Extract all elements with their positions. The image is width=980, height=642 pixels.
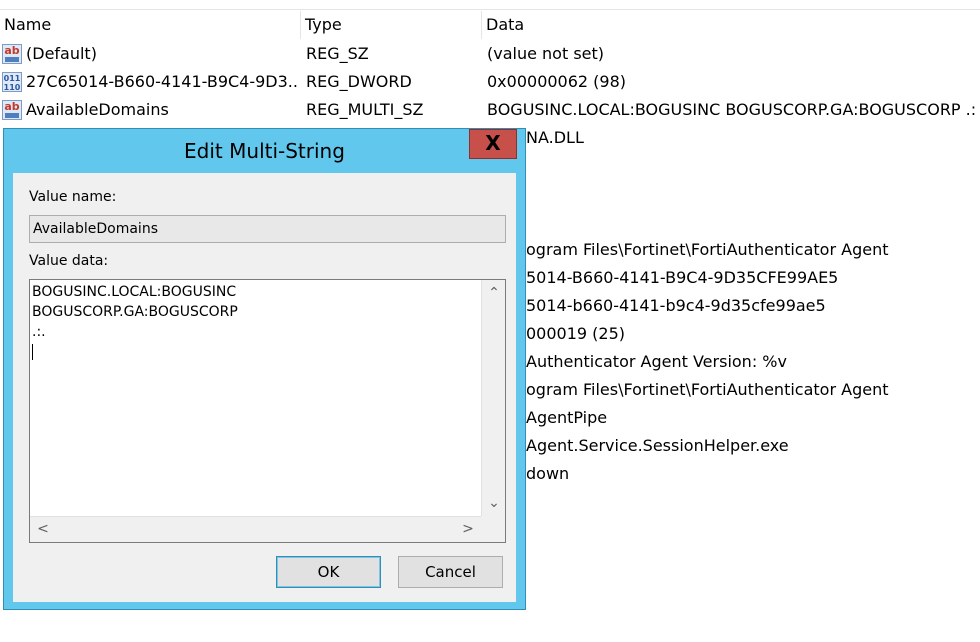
row-data-fragment: ogram Files\Fortinet\FortiAuthenticator … xyxy=(526,380,889,399)
registry-row-partial[interactable]: 5014-b660-4141-b9c4-9d35cfe99ae5 xyxy=(526,292,976,320)
row-name: AvailableDomains xyxy=(26,100,169,119)
scrollbar-corner xyxy=(481,516,505,542)
column-header-name[interactable]: Name xyxy=(0,11,301,39)
registry-row[interactable]: ab AvailableDomains REG_MULTI_SZ BOGUSIN… xyxy=(0,96,980,124)
value-data-text[interactable]: BOGUSINC.LOCAL:BOGUSINC BOGUSCORP.GA:BOG… xyxy=(32,282,480,518)
row-type: REG_SZ xyxy=(306,44,369,63)
list-top-border xyxy=(0,0,980,10)
registry-row-partial[interactable]: 000019 (25) xyxy=(526,320,976,348)
vertical-scrollbar[interactable]: ⌃ ⌄ xyxy=(481,280,505,516)
scroll-down-icon[interactable]: ⌄ xyxy=(483,492,505,514)
row-data-fragment: down xyxy=(526,464,570,483)
dword-value-icon: 011 110 xyxy=(2,72,22,92)
row-data-fragment: 5014-B660-4141-B9C4-9D35CFE99AE5 xyxy=(526,268,839,287)
registry-row-partial[interactable]: 5014-B660-4141-B9C4-9D35CFE99AE5 xyxy=(526,264,976,292)
dialog-title[interactable]: Edit Multi-String xyxy=(4,129,525,173)
row-name: 27C65014-B660-4141-B9C4-9D3... xyxy=(26,72,298,91)
close-button[interactable]: X xyxy=(469,129,517,159)
dialog-client-area: Value name: AvailableDomains Value data:… xyxy=(13,173,516,602)
value-data-textarea[interactable]: BOGUSINC.LOCAL:BOGUSINC BOGUSCORP.GA:BOG… xyxy=(29,279,506,543)
edit-multi-string-dialog[interactable]: Edit Multi-String X Value name: Availabl… xyxy=(3,128,526,610)
registry-row-partial[interactable]: Agent.Service.SessionHelper.exe xyxy=(526,432,976,460)
row-data-fragment: Authenticator Agent Version: %v xyxy=(526,352,787,371)
row-data-fragment: NA.DLL xyxy=(526,128,584,147)
registry-row-partial[interactable]: down xyxy=(526,460,976,488)
text-caret xyxy=(32,344,33,360)
registry-row-partial[interactable]: ogram Files\Fortinet\FortiAuthenticator … xyxy=(526,236,976,264)
registry-row-partial[interactable]: AgentPipe xyxy=(526,404,976,432)
row-name: (Default) xyxy=(26,44,97,63)
close-icon: X xyxy=(485,131,501,155)
row-type: REG_DWORD xyxy=(306,72,412,91)
column-header-type[interactable]: Type xyxy=(301,11,482,39)
registry-row[interactable]: ab (Default) REG_SZ (value not set) xyxy=(0,40,980,68)
row-data: (value not set) xyxy=(487,44,605,63)
row-data-fragment: 000019 (25) xyxy=(526,324,626,343)
column-header-data[interactable]: Data xyxy=(482,11,980,39)
registry-row[interactable]: 011 110 27C65014-B660-4141-B9C4-9D3... RE… xyxy=(0,68,980,96)
registry-row-partial[interactable]: Authenticator Agent Version: %v xyxy=(526,348,976,376)
row-data-fragment: ogram Files\Fortinet\FortiAuthenticator … xyxy=(526,240,889,259)
ok-button[interactable]: OK xyxy=(276,556,381,588)
registry-row-partial[interactable]: NA.DLL xyxy=(526,124,976,152)
cancel-button[interactable]: Cancel xyxy=(398,556,503,588)
value-name-label: Value name: xyxy=(29,189,117,205)
row-data-fragment: 5014-b660-4141-b9c4-9d35cfe99ae5 xyxy=(526,296,826,315)
scroll-up-icon[interactable]: ⌃ xyxy=(483,282,505,304)
row-data-fragment: Agent.Service.SessionHelper.exe xyxy=(526,436,789,455)
string-value-icon: ab xyxy=(2,44,22,64)
row-type: REG_MULTI_SZ xyxy=(306,100,424,119)
row-data: BOGUSINC.LOCAL:BOGUSINC BOGUSCORP.GA:BOG… xyxy=(487,100,977,119)
column-header: Name Type Data xyxy=(0,11,980,39)
registry-row-partial[interactable]: ogram Files\Fortinet\FortiAuthenticator … xyxy=(526,376,976,404)
string-value-icon: ab xyxy=(2,100,22,120)
horizontal-scrollbar[interactable]: < > xyxy=(30,516,481,542)
value-name-field[interactable]: AvailableDomains xyxy=(29,215,506,243)
scroll-left-icon[interactable]: < xyxy=(32,518,54,540)
scroll-right-icon[interactable]: > xyxy=(457,518,479,540)
value-data-label: Value data: xyxy=(29,253,109,269)
row-data: 0x00000062 (98) xyxy=(487,72,627,91)
row-data-fragment: AgentPipe xyxy=(526,408,608,427)
